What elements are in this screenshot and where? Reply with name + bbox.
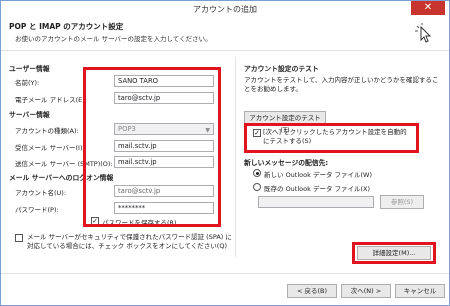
account-name-label: アカウント名(U): [15,189,67,197]
next-button[interactable]: 次へ(N) > [341,284,391,298]
spa-label: メール サーバーがセキュリティで保護されたパスワード認証 (SPA) に対応して… [27,233,232,250]
new-pst-label: 新しい Outlook データ ファイル(W) [264,171,373,179]
email-label: 電子メール アドレス(E): [15,96,87,104]
cancel-button[interactable]: キャンセル [395,284,445,298]
highlight-box-account-fields [83,67,221,227]
pointer-click-icon [415,23,432,43]
footer-divider [1,273,449,274]
spa-checkbox[interactable] [15,234,23,242]
test-heading: アカウント設定のテスト [244,65,319,73]
browse-button[interactable]: 参照(S) [380,195,424,209]
add-account-dialog: アカウントの追加 ✕ POP と IMAP のアカウント設定 お使いのアカウント… [0,0,450,306]
title-bar: アカウントの追加 ✕ [1,1,449,17]
test-description: アカウントをテストして、入力内容が正しいかどうかを確認することをお勧めします。 [244,76,439,93]
existing-pst-label: 既存の Outlook データ ファイル(X) [264,185,371,193]
user-info-heading: ユーザー情報 [9,65,50,73]
delivery-heading: 新しいメッセージの配信先: [244,159,329,167]
window-title: アカウントの追加 [193,5,257,14]
header-title: POP と IMAP のアカウント設定 [9,22,124,31]
header-subtitle: お使いのアカウントのメール サーバーの設定を入力してください。 [15,35,212,43]
dialog-header: POP と IMAP のアカウント設定 お使いのアカウントのメール サーバーの設… [1,17,449,51]
account-type-label: アカウントの種類(A): [15,127,79,135]
server-info-heading: サーバー情報 [9,111,50,119]
auto-test-checkbox[interactable]: ✓ [253,129,261,137]
close-button[interactable]: ✕ [411,1,445,15]
name-label: 名前(Y): [15,79,40,87]
column-divider [235,57,236,257]
back-button[interactable]: < 戻る(B) [287,284,337,298]
password-label: パスワード(P): [15,206,59,214]
existing-pst-radio[interactable] [253,183,261,191]
auto-test-label: [次へ] をクリックしたらアカウント設定を自動的にテストする(S) [263,128,407,145]
new-pst-radio[interactable] [253,169,261,177]
existing-pst-path[interactable] [258,196,374,208]
incoming-server-label: 受信メール サーバー(I): [15,144,85,152]
more-settings-button[interactable]: 詳細設定(M)... [357,246,431,260]
